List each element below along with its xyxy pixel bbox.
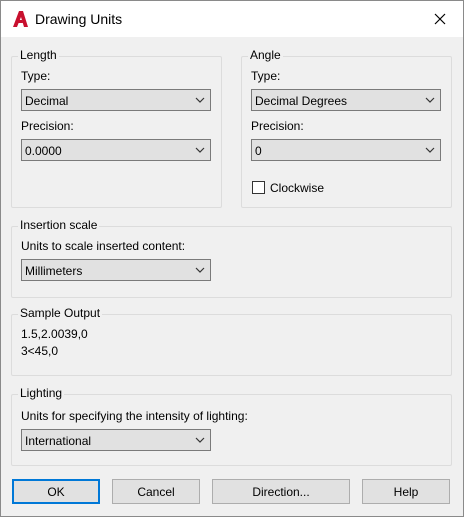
lighting-units-select[interactable]: International [21, 429, 211, 451]
window-title: Drawing Units [35, 11, 123, 27]
chevron-down-icon [195, 267, 205, 273]
chevron-down-icon [195, 437, 205, 443]
autocad-icon [13, 11, 28, 27]
sample-output-group: Sample Output [11, 306, 452, 376]
angle-precision-value: 0 [255, 144, 262, 158]
angle-type-select[interactable]: Decimal Degrees [251, 89, 441, 111]
angle-precision-label: Precision: [251, 119, 304, 133]
length-precision-label: Precision: [21, 119, 74, 133]
angle-precision-select[interactable]: 0 [251, 139, 441, 161]
insertion-scale-group-title: Insertion scale [18, 218, 100, 232]
ok-button[interactable]: OK [12, 479, 100, 504]
lighting-units-value: International [25, 434, 92, 448]
sample-output-group-title: Sample Output [18, 306, 103, 320]
length-precision-value: 0.0000 [25, 144, 62, 158]
clockwise-checkbox[interactable] [252, 181, 265, 194]
clockwise-label[interactable]: Clockwise [270, 181, 324, 195]
length-group-title: Length [18, 48, 59, 62]
length-precision-select[interactable]: 0.0000 [21, 139, 211, 161]
length-type-label: Type: [21, 69, 51, 83]
insertion-units-value: Millimeters [25, 264, 83, 278]
close-icon [434, 13, 446, 25]
cancel-button[interactable]: Cancel [112, 479, 200, 504]
direction-button[interactable]: Direction... [212, 479, 350, 504]
chevron-down-icon [195, 97, 205, 103]
angle-type-value: Decimal Degrees [255, 94, 348, 108]
insertion-units-select[interactable]: Millimeters [21, 259, 211, 281]
chevron-down-icon [425, 97, 435, 103]
chevron-down-icon [425, 147, 435, 153]
help-button[interactable]: Help [362, 479, 450, 504]
insertion-units-label: Units to scale inserted content: [21, 239, 186, 253]
drawing-units-dialog: Drawing Units Length Type: Decimal Preci… [0, 0, 464, 517]
chevron-down-icon [195, 147, 205, 153]
sample-output-line-1: 1.5,2.0039,0 [21, 327, 88, 341]
angle-group-title: Angle [248, 48, 283, 62]
lighting-group-title: Lighting [18, 386, 65, 400]
length-type-select[interactable]: Decimal [21, 89, 211, 111]
sample-output-line-2: 3<45,0 [21, 344, 59, 358]
title-bar: Drawing Units [1, 1, 463, 37]
angle-type-label: Type: [251, 69, 281, 83]
length-type-value: Decimal [25, 94, 69, 108]
close-button[interactable] [417, 1, 463, 37]
lighting-units-label: Units for specifying the intensity of li… [21, 409, 248, 423]
